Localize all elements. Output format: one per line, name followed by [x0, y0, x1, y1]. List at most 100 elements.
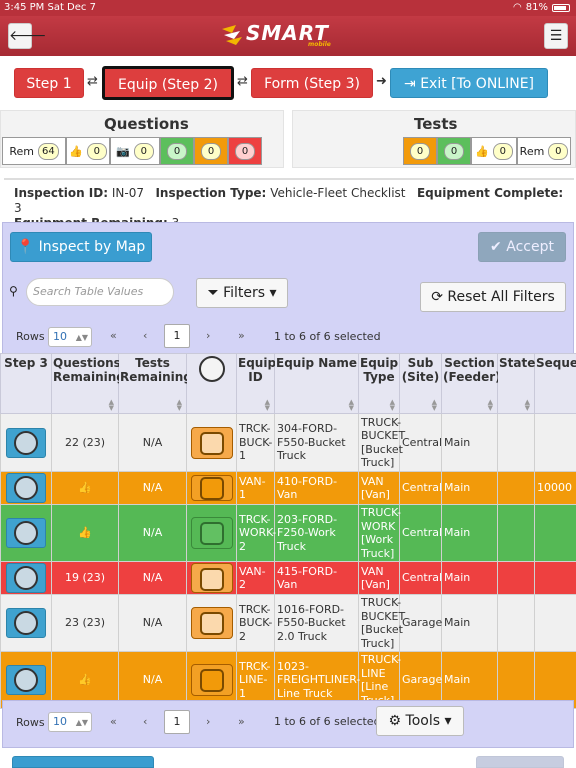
select-row-toggle[interactable]	[190, 607, 233, 639]
table-row[interactable]: 👍 N/A VAN-1 410-FORD-Van VAN [Van] Centr…	[0, 471, 576, 505]
questions-remaining-cell: 👍	[51, 504, 119, 562]
equip-name-cell: 1016-FORD-F550-Bucket 2.0 Truck	[274, 594, 359, 652]
select-row-toggle[interactable]	[190, 426, 233, 459]
col-tests-remaining[interactable]: Tests Remaining ▲ ▼	[118, 353, 192, 414]
select-row-toggle[interactable]	[190, 563, 233, 593]
state-cell	[497, 413, 535, 472]
select-all-toggle[interactable]	[198, 356, 225, 382]
sort-icon: ▲ ▼	[431, 398, 437, 412]
tests-rem-label: Rem	[519, 144, 545, 158]
selection-summary: 1 to 6 of 6 selected	[274, 330, 381, 343]
tests-thumb-badge: 0	[492, 142, 513, 160]
equip-type-cell: TRUCK-BUCKET [Bucket Truck]	[358, 594, 405, 652]
last-page-button[interactable]: »	[238, 715, 245, 728]
thumbs-up-icon: 👍	[69, 144, 83, 158]
step1-button[interactable]: Step 1	[14, 68, 84, 98]
accept-button-partial[interactable]	[476, 756, 564, 768]
questions-orange-box: 0	[194, 137, 228, 165]
inspection-type-value: Vehicle-Fleet Checklist	[270, 186, 406, 200]
sort-icon: ▲ ▼	[487, 398, 493, 412]
first-page-button[interactable]: «	[110, 715, 117, 728]
equip-id-cell: VAN-1	[236, 471, 275, 505]
tests-remaining-cell: N/A	[118, 561, 187, 595]
col-select-all[interactable]	[186, 353, 237, 414]
sort-icon: ▲ ▼	[108, 398, 114, 412]
inspect-by-map-button[interactable]: 📍 Inspect by Map	[10, 232, 152, 262]
inspection-info: Inspection ID: IN-07 Inspection Type: Ve…	[4, 178, 574, 230]
col-equip-id[interactable]: Equip ID ▲ ▼	[236, 353, 276, 414]
accept-button[interactable]: ✔ Accept	[478, 232, 566, 262]
questions-green-box: 0	[160, 137, 194, 165]
swap-arrow-icon: ⇄	[237, 74, 248, 89]
rows-value: 10	[53, 330, 67, 343]
status-time: 3:45 PM Sat Dec 7	[4, 2, 96, 13]
exit-online-button[interactable]: ⇥ Exit [To ONLINE]	[390, 68, 548, 98]
search-input[interactable]: Search Table Values	[26, 278, 174, 306]
inspect-by-map-button-partial[interactable]	[12, 756, 154, 768]
rows-select[interactable]: 10 ▲▼	[48, 327, 92, 347]
questions-title: Questions	[104, 115, 189, 133]
step3-go-button[interactable]	[6, 518, 46, 548]
tools-button[interactable]: ⚙ Tools ▾	[376, 706, 464, 736]
step3-button[interactable]: Form (Step 3)	[251, 68, 373, 98]
check-icon: ✔	[490, 239, 502, 255]
select-row-toggle[interactable]	[190, 475, 233, 501]
step3-go-button[interactable]	[6, 563, 46, 593]
reset-filters-button[interactable]: ⟳ Reset All Filters	[420, 282, 566, 312]
col-state[interactable]: State ▲ ▼	[497, 353, 535, 414]
rem-badge: 64	[37, 142, 59, 160]
rows-select[interactable]: 10 ▲▼	[48, 712, 92, 732]
col-step3[interactable]: Step 3	[0, 353, 52, 414]
table-row[interactable]: 19 (23) N/A VAN-2 415-FORD-Van VAN [Van]…	[0, 561, 576, 595]
equip-name-cell: 415-FORD-Van	[274, 561, 359, 595]
map-marker-icon: 📍	[16, 239, 35, 255]
back-button[interactable]: 🡐	[8, 23, 47, 49]
col-sub-site[interactable]: Sub (Site) ▲ ▼	[399, 353, 442, 414]
green-badge: 0	[167, 142, 187, 160]
rows-label: Rows	[16, 330, 45, 343]
filter-icon: ⏷	[207, 285, 219, 301]
filters-button[interactable]: ⏷ Filters ▾	[196, 278, 288, 308]
prev-page-button[interactable]: ‹	[143, 329, 147, 342]
col-equip-name[interactable]: Equip Name ▲ ▼	[274, 353, 359, 414]
col-questions-remaining[interactable]: Questions Remaining ▲ ▼	[51, 353, 125, 414]
sign-out-icon: ⇥	[404, 76, 416, 92]
next-page-button[interactable]: ›	[206, 715, 210, 728]
rows-label: Rows	[16, 716, 45, 729]
sort-icon: ▲ ▼	[524, 398, 530, 412]
sequence-cell: 10000	[534, 471, 576, 505]
step3-go-button[interactable]	[6, 473, 46, 503]
select-row-toggle[interactable]	[190, 664, 233, 696]
first-page-button[interactable]: «	[110, 329, 117, 342]
table-row[interactable]: 22 (23) N/A TRCK-BUCK-1 304-FORD-F550-Bu…	[0, 413, 576, 472]
col-section-feeder[interactable]: Section (Feeder) ▲ ▼	[441, 353, 501, 414]
prev-page-button[interactable]: ‹	[143, 715, 147, 728]
step3-go-button[interactable]	[6, 608, 46, 638]
page-number-input[interactable]: 1	[164, 710, 190, 734]
next-page-button[interactable]: ›	[206, 329, 210, 342]
questions-camera-box: 📷 0	[110, 137, 160, 165]
tests-orange-badge: 0	[410, 142, 430, 160]
col-equip-type[interactable]: Equip Type ▲ ▼	[358, 353, 400, 414]
menu-button[interactable]: ☰	[544, 23, 568, 49]
selection-summary: 1 to 6 of 6 selected	[274, 715, 381, 728]
state-cell	[497, 504, 535, 562]
table-row[interactable]: 👍 N/A TRCK-WORK-2 203-FORD-F250-Work Tru…	[0, 504, 576, 562]
sub-site-cell: Central	[399, 504, 442, 562]
last-page-button[interactable]: »	[238, 329, 245, 342]
equip-type-cell: VAN [Van]	[358, 561, 400, 595]
select-row-toggle[interactable]	[190, 517, 233, 549]
col-sequence[interactable]: Sequen	[534, 353, 576, 414]
reset-label: Reset All Filters	[447, 289, 555, 305]
state-cell	[497, 471, 535, 505]
table-row[interactable]: 23 (23) N/A TRCK-BUCK-2 1016-FORD-F550-B…	[0, 594, 576, 652]
inspect-map-label: Inspect by Map	[38, 239, 146, 255]
select-arrows-icon: ▲▼	[75, 333, 88, 342]
tests-remaining-cell: N/A	[118, 471, 187, 505]
step3-go-button[interactable]	[6, 427, 46, 458]
step3-go-button[interactable]	[6, 665, 46, 695]
tests-orange-box: 0	[403, 137, 437, 165]
questions-remaining-cell: 19 (23)	[51, 561, 119, 595]
page-number-input[interactable]: 1	[164, 324, 190, 348]
step2-button[interactable]: Equip (Step 2)	[102, 66, 234, 100]
